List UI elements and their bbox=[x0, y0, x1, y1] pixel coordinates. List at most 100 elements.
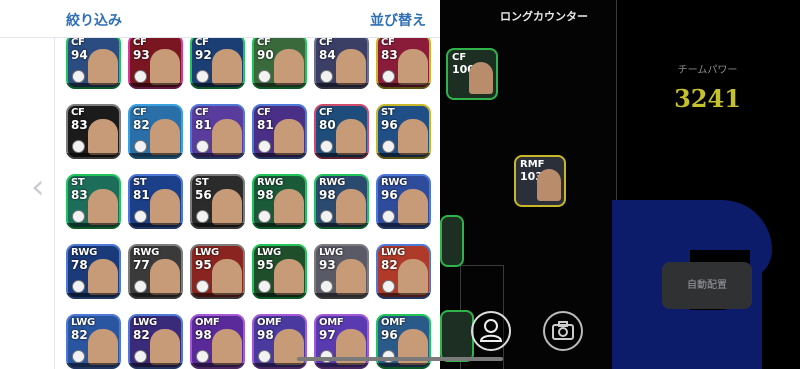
panel-divider bbox=[54, 38, 55, 369]
player-portrait bbox=[150, 259, 180, 295]
club-emblem-icon bbox=[72, 210, 85, 223]
club-emblem-icon bbox=[134, 140, 147, 153]
player-position: CF bbox=[133, 38, 147, 48]
card-footer bbox=[252, 153, 307, 159]
card-footer bbox=[66, 83, 121, 89]
player-rating: 98 bbox=[319, 188, 336, 202]
player-card[interactable]: CF 80 bbox=[314, 104, 369, 159]
club-emblem-icon bbox=[196, 350, 209, 363]
club-emblem-icon bbox=[258, 140, 271, 153]
player-portrait bbox=[274, 49, 304, 85]
player-card[interactable]: LWG 95 bbox=[190, 244, 245, 299]
pitch-player-card-partial[interactable] bbox=[440, 215, 464, 267]
card-footer bbox=[376, 83, 431, 89]
player-card[interactable]: ST 56 bbox=[190, 174, 245, 229]
person-icon bbox=[479, 319, 503, 342]
player-portrait bbox=[398, 189, 428, 225]
person-button[interactable] bbox=[471, 311, 511, 351]
player-card[interactable]: CF 90 bbox=[252, 38, 307, 89]
player-card[interactable]: ST 96 bbox=[376, 104, 431, 159]
player-card[interactable]: ST 81 bbox=[128, 174, 183, 229]
player-rating: 96 bbox=[381, 328, 398, 342]
home-indicator[interactable] bbox=[297, 357, 503, 361]
player-card[interactable]: CF 84 bbox=[314, 38, 369, 89]
player-card[interactable]: CF 93 bbox=[128, 38, 183, 89]
player-card[interactable]: LWG 82 bbox=[128, 314, 183, 369]
card-footer bbox=[190, 83, 245, 89]
player-card[interactable]: RWG 98 bbox=[314, 174, 369, 229]
formation-title: ロングカウンター bbox=[500, 10, 588, 23]
player-card[interactable]: CF 94 bbox=[66, 38, 121, 89]
player-rating: 94 bbox=[71, 48, 88, 62]
player-card[interactable]: LWG 82 bbox=[376, 244, 431, 299]
club-emblem-icon bbox=[258, 70, 271, 83]
club-emblem-icon bbox=[196, 70, 209, 83]
card-footer bbox=[190, 153, 245, 159]
player-rating: 92 bbox=[195, 48, 212, 62]
player-rating: 83 bbox=[71, 188, 88, 202]
card-footer bbox=[314, 83, 369, 89]
player-card[interactable]: CF 92 bbox=[190, 38, 245, 89]
card-footer bbox=[128, 293, 183, 299]
player-card[interactable]: RWG 98 bbox=[252, 174, 307, 229]
player-rating: 81 bbox=[195, 118, 212, 132]
sort-button[interactable]: 並び替え bbox=[370, 10, 426, 30]
player-card[interactable]: RWG 77 bbox=[128, 244, 183, 299]
pitch-player-card[interactable]: CF 100 bbox=[446, 48, 498, 100]
player-portrait bbox=[398, 49, 428, 85]
player-position: CF bbox=[381, 38, 395, 48]
club-emblem-icon bbox=[134, 350, 147, 363]
card-footer bbox=[190, 363, 245, 369]
player-card[interactable]: CF 82 bbox=[128, 104, 183, 159]
player-portrait bbox=[88, 119, 118, 155]
player-portrait bbox=[336, 49, 366, 85]
player-portrait bbox=[274, 119, 304, 155]
club-emblem-icon bbox=[72, 280, 85, 293]
player-portrait bbox=[469, 62, 493, 94]
player-card[interactable]: LWG 82 bbox=[66, 314, 121, 369]
player-position: RMF bbox=[520, 159, 545, 170]
player-card[interactable]: ST 83 bbox=[66, 174, 121, 229]
filter-button[interactable]: 絞り込み bbox=[66, 10, 122, 30]
player-portrait bbox=[88, 259, 118, 295]
player-card[interactable]: LWG 95 bbox=[252, 244, 307, 299]
player-card[interactable]: CF 83 bbox=[376, 38, 431, 89]
club-emblem-icon bbox=[258, 280, 271, 293]
pitch-player-card[interactable]: RMF 103 bbox=[514, 155, 566, 207]
player-card[interactable]: CF 83 bbox=[66, 104, 121, 159]
player-portrait bbox=[88, 329, 118, 365]
player-position: CF bbox=[319, 38, 333, 48]
player-card[interactable]: CF 81 bbox=[190, 104, 245, 159]
player-card[interactable]: RWG 96 bbox=[376, 174, 431, 229]
auto-assign-label: 自動配置 bbox=[687, 280, 727, 291]
player-card[interactable]: CF 81 bbox=[252, 104, 307, 159]
player-rating: 83 bbox=[71, 118, 88, 132]
player-portrait bbox=[88, 49, 118, 85]
player-portrait bbox=[274, 189, 304, 225]
player-position: CF bbox=[133, 107, 147, 118]
chevron-left-icon[interactable]: ‹ bbox=[31, 170, 45, 204]
team-power-label: チームパワー bbox=[677, 65, 738, 76]
card-footer bbox=[252, 293, 307, 299]
player-portrait bbox=[212, 329, 242, 365]
player-rating: 77 bbox=[133, 258, 150, 272]
club-emblem-icon bbox=[72, 70, 85, 83]
club-emblem-icon bbox=[258, 210, 271, 223]
pitch-player-card-partial[interactable] bbox=[440, 310, 474, 362]
club-emblem-icon bbox=[72, 140, 85, 153]
club-emblem-icon bbox=[72, 350, 85, 363]
camera-button[interactable] bbox=[543, 311, 583, 351]
player-rating: 81 bbox=[133, 188, 150, 202]
player-rating: 80 bbox=[319, 118, 336, 132]
player-portrait bbox=[336, 189, 366, 225]
card-footer bbox=[376, 363, 431, 369]
player-portrait bbox=[88, 189, 118, 225]
auto-assign-button[interactable]: 自動配置 bbox=[662, 262, 752, 309]
player-position: LWG bbox=[71, 317, 95, 328]
player-card[interactable]: LWG 93 bbox=[314, 244, 369, 299]
player-rating: 98 bbox=[257, 188, 274, 202]
player-portrait bbox=[336, 259, 366, 295]
squad-screen: ロングカウンター CF 100 RMF 103 チームパワー 3241 自動配置… bbox=[0, 0, 800, 369]
player-card[interactable]: OMF 98 bbox=[190, 314, 245, 369]
player-card[interactable]: RWG 78 bbox=[66, 244, 121, 299]
